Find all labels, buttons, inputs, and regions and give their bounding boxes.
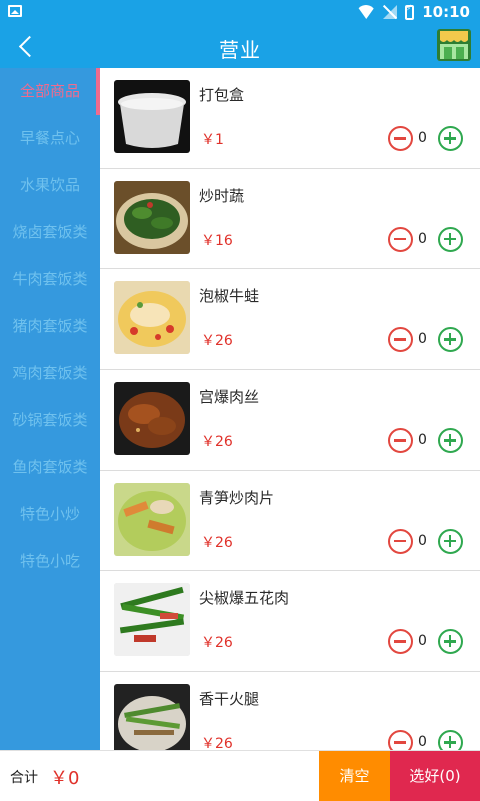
product-image [114,281,190,355]
minus-icon[interactable] [388,730,413,750]
minus-icon[interactable] [388,629,413,655]
product-item: 香干火腿 ￥26 0 [100,672,480,750]
battery-charging-icon [405,4,415,20]
product-item: 炒时蔬 ￥16 0 [100,169,480,270]
wifi-icon [357,5,375,19]
product-quantity: 0 [418,130,427,146]
product-price: ￥26 [201,635,233,652]
plus-icon[interactable] [438,126,463,151]
product-quantity: 0 [418,230,427,247]
product-price: ￥26 [201,333,233,350]
confirm-selection-button[interactable]: 选好(0) [390,751,480,801]
product-image [114,180,190,254]
product-item: 泡椒牛蛙 ￥26 0 [100,269,480,371]
product-price: ￥26 [201,736,233,750]
plus-icon[interactable] [438,428,463,454]
category-chicken-rice[interactable]: 鸡肉套饭类 [0,350,100,397]
total-amount: ￥0 [50,768,80,789]
product-image [114,482,190,556]
product-price: ￥16 [201,232,233,249]
product-quantity: 0 [418,432,427,449]
store-icon[interactable] [436,28,472,62]
plus-icon[interactable] [438,528,463,554]
total-label: 合计 [10,770,38,786]
category-pork-rice[interactable]: 猪肉套饭类 [0,303,100,350]
category-special-stirfry[interactable]: 特色小炒 [0,491,100,538]
product-item: 宫爆肉丝 ￥26 0 [100,370,480,471]
product-image [114,583,190,657]
product-quantity: 0 [418,734,427,750]
gallery-notification-icon [8,5,22,17]
product-name: 泡椒牛蛙 [199,287,260,306]
plus-icon[interactable] [438,629,463,655]
product-item: 尖椒爆五花肉 ￥26 0 [100,571,480,673]
minus-icon[interactable] [388,226,413,252]
category-beef-rice[interactable]: 牛肉套饭类 [0,256,100,303]
product-quantity: 0 [418,532,427,549]
status-time: 10:10 [422,3,470,21]
plus-icon[interactable] [438,327,463,353]
product-item: 打包盒 ￥1 0 [100,68,480,169]
product-image [114,80,190,153]
category-sidebar: 全部商品 早餐点心 水果饮品 烧卤套饭类 牛肉套饭类 猪肉套饭类 鸡肉套饭类 砂… [0,68,100,750]
minus-icon[interactable] [388,126,413,151]
minus-icon[interactable] [388,428,413,454]
clear-button[interactable]: 清空 [319,751,390,801]
product-list[interactable]: 打包盒 ￥1 0 炒时蔬 ￥16 0 泡椒牛蛙 ￥26 0 宫爆肉丝 ￥26 0… [100,68,480,750]
plus-icon[interactable] [438,730,463,750]
cart-footer: 合计 ￥0 清空 选好(0) [0,750,480,801]
product-quantity: 0 [418,331,427,348]
product-name: 打包盒 [199,86,245,104]
product-image [114,382,190,456]
category-all[interactable]: 全部商品 [0,68,100,115]
product-image [114,684,190,750]
minus-icon[interactable] [388,528,413,554]
category-roast-rice[interactable]: 烧卤套饭类 [0,209,100,256]
product-name: 炒时蔬 [199,186,245,205]
product-item: 青笋炒肉片 ￥26 0 [100,471,480,572]
no-signal-icon [383,5,398,19]
page-title: 营业 [219,38,261,62]
app-header: 营业 [0,24,480,68]
product-price: ￥1 [201,132,224,148]
category-breakfast[interactable]: 早餐点心 [0,115,100,162]
product-name: 香干火腿 [199,690,260,709]
status-bar: 10:10 [0,0,480,24]
plus-icon[interactable] [438,226,463,252]
product-quantity: 0 [418,633,427,650]
minus-icon[interactable] [388,327,413,353]
category-fish-rice[interactable]: 鱼肉套饭类 [0,444,100,491]
category-claypot-rice[interactable]: 砂锅套饭类 [0,397,100,444]
product-name: 宫爆肉丝 [199,388,260,407]
product-name: 青笋炒肉片 [199,488,275,507]
product-price: ￥26 [201,434,233,451]
product-price: ￥26 [201,534,233,551]
category-special-snacks[interactable]: 特色小吃 [0,538,100,585]
product-name: 尖椒爆五花肉 [199,589,290,608]
category-fruit-drinks[interactable]: 水果饮品 [0,162,100,209]
